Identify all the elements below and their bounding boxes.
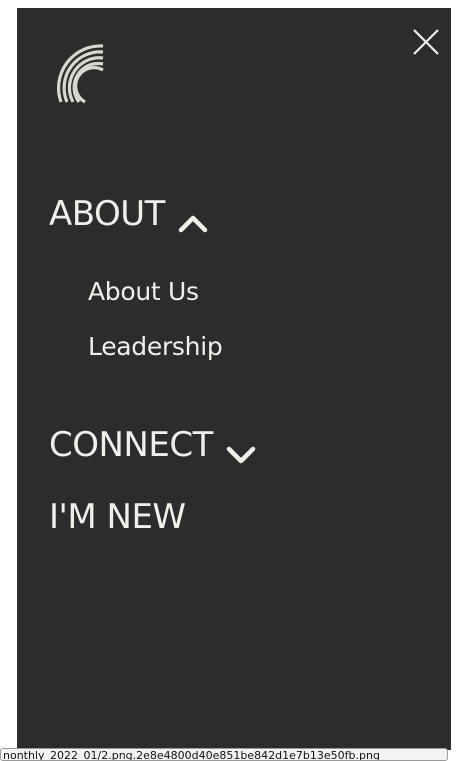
chevron-up-icon[interactable] [177,203,209,233]
nav-item-connect-label: CONNECT [49,425,213,465]
submenu-item-label: Leadership [88,332,223,361]
nav-item-im-new-label: I'M NEW [49,497,186,537]
chevron-down-icon[interactable] [225,434,257,464]
submenu-item-about-us[interactable]: About Us [88,277,199,306]
nav-item-about-label: ABOUT [49,194,165,234]
nav-item-connect[interactable]: CONNECT [49,425,257,465]
filename-tooltip: nonthly_2022_01/2.png.2e8e4800d40e851be8… [0,748,448,761]
submenu-item-label: About Us [88,277,199,306]
arc-rings-logo-icon[interactable] [53,40,105,104]
nav-item-im-new[interactable]: I'M NEW [49,497,186,537]
close-x-icon[interactable] [410,26,442,58]
mobile-menu-panel: ABOUT About Us Leadership CONNECT I'M NE… [17,8,451,750]
submenu-item-leadership[interactable]: Leadership [88,332,223,361]
nav-item-about[interactable]: ABOUT [49,194,209,234]
